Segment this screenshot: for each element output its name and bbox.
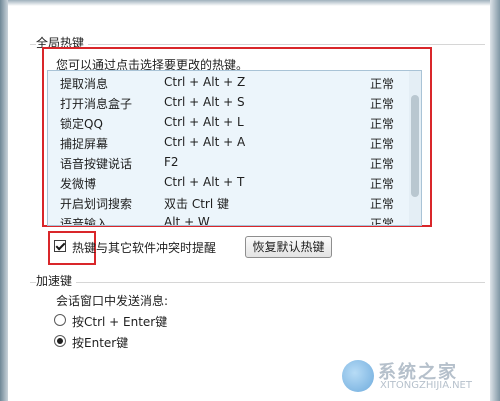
hotkey-row[interactable]: 语音按键说话 F2 正常: [48, 153, 408, 173]
hotkey-keys: Ctrl + Alt + S: [164, 95, 245, 109]
hotkey-row[interactable]: 捕捉屏幕 Ctrl + Alt + A 正常: [48, 133, 408, 153]
hotkey-row[interactable]: 锁定QQ Ctrl + Alt + L 正常: [48, 113, 408, 133]
watermark-text-en: XITONGZHIJIA.NET: [380, 380, 472, 391]
hotkey-keys: Alt + W: [164, 215, 210, 226]
section-title: 加速键: [36, 272, 77, 289]
hotkey-status: 正常: [370, 217, 395, 226]
restore-default-hotkeys-button[interactable]: 恢复默认热键: [245, 236, 332, 258]
watermark: 系统之家 XITONGZHIJIA.NET: [342, 358, 492, 394]
section-divider: [30, 44, 485, 45]
hotkey-keys: 双击 Ctrl 键: [164, 197, 229, 211]
hotkey-row[interactable]: 打开消息盒子 Ctrl + Alt + S 正常: [48, 93, 408, 113]
hotkey-status: 正常: [370, 117, 395, 131]
hotkey-row[interactable]: 提取消息 Ctrl + Alt + Z 正常: [48, 73, 408, 93]
hotkey-name: 语音输入: [60, 217, 109, 226]
hotkey-keys: Ctrl + Alt + Z: [164, 75, 246, 89]
window-left-edge: [0, 0, 8, 401]
hotkey-name: 开启划词搜索: [60, 197, 133, 211]
radio-label[interactable]: 按Enter键: [72, 334, 128, 351]
section-divider: [30, 282, 485, 283]
accelerator-header: 加速键: [30, 272, 485, 289]
hotkey-list[interactable]: 提取消息 Ctrl + Alt + Z 正常 打开消息盒子 Ctrl + Alt…: [47, 70, 422, 226]
hotkey-name: 锁定QQ: [60, 117, 103, 131]
hotkey-row[interactable]: 开启划词搜索 双击 Ctrl 键 正常: [48, 193, 408, 213]
hotkey-name: 提取消息: [60, 77, 109, 91]
radio-label[interactable]: 按Ctrl + Enter键: [72, 313, 167, 330]
hotkey-status: 正常: [370, 197, 395, 211]
conflict-reminder-label[interactable]: 热键与其它软件冲突时提醒: [72, 239, 216, 256]
watermark-logo-icon: [342, 360, 374, 392]
radio-enter[interactable]: [54, 335, 66, 347]
hotkey-name: 语音按键说话: [60, 157, 133, 171]
hotkey-name: 打开消息盒子: [60, 97, 133, 111]
hotkey-row[interactable]: 语音输入 Alt + W 正常: [48, 213, 408, 226]
hotkey-status: 正常: [370, 77, 395, 91]
hotkey-name: 捕捉屏幕: [60, 137, 109, 151]
send-message-subtitle: 会话窗口中发送消息:: [56, 294, 169, 308]
scrollbar-thumb[interactable]: [411, 95, 419, 197]
hotkey-list-scrollbar[interactable]: [409, 71, 421, 225]
window-top-edge: [0, 0, 500, 6]
hotkey-keys: F2: [164, 155, 179, 169]
hotkey-status: 正常: [370, 177, 395, 191]
radio-ctrl-enter[interactable]: [54, 314, 66, 326]
hotkey-name: 发微博: [60, 177, 97, 191]
hotkey-status: 正常: [370, 97, 395, 111]
hotkey-row[interactable]: 发微博 Ctrl + Alt + T 正常: [48, 173, 408, 193]
hotkey-keys: Ctrl + Alt + L: [164, 115, 244, 129]
hotkey-keys: Ctrl + Alt + A: [164, 135, 246, 149]
hotkey-status: 正常: [370, 157, 395, 171]
hotkey-keys: Ctrl + Alt + T: [164, 175, 245, 189]
window-right-edge: [490, 0, 500, 401]
conflict-reminder-checkbox[interactable]: [54, 240, 66, 252]
hotkey-status: 正常: [370, 137, 395, 151]
